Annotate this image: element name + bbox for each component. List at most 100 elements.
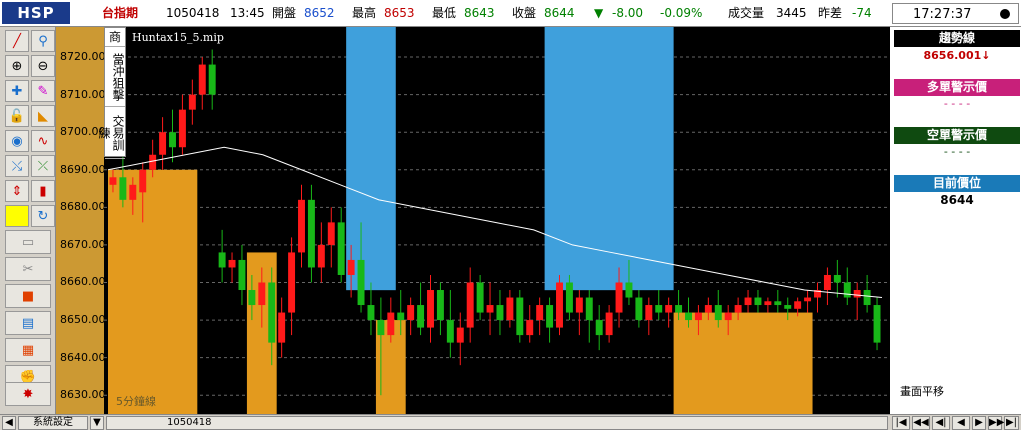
updown-icon[interactable]: ⇕ (5, 180, 29, 202)
last-button[interactable]: ▶| (1004, 416, 1019, 430)
stop-icon[interactable]: ■ (5, 284, 51, 308)
trend-label: 趨勢線 (894, 30, 1020, 47)
price-axis: 8720.00 8710.00 8700.00 8690.00 8680.00 8670.… (56, 27, 106, 414)
low-value: 8643 (464, 6, 495, 20)
change-pct: -0.09% (660, 6, 703, 20)
candle-body (744, 297, 752, 306)
ruler-icon[interactable]: ◣ (31, 105, 55, 127)
candle-body (466, 282, 474, 328)
first-button[interactable]: |◀ (892, 416, 910, 430)
candle-body (675, 305, 683, 313)
candle-body (764, 301, 772, 306)
tab-shang[interactable]: 商 (105, 28, 125, 47)
settings-button[interactable]: 系統設定 (18, 416, 88, 430)
lock-icon[interactable]: 🔓 (5, 105, 29, 127)
candle-body (377, 320, 385, 336)
candle-body (268, 282, 276, 343)
candle-body (794, 301, 802, 309)
candle-body (129, 184, 137, 200)
candle-body (218, 252, 226, 268)
indicator-panel: 趨勢線 8656.001↓ 多單警示價 - - - - 空單警示價 - - - … (888, 27, 1021, 414)
close-label: 收盤 (512, 6, 537, 20)
candle-body (496, 305, 504, 321)
refresh-icon[interactable]: ↻ (31, 205, 55, 227)
volume-value: 3445 (776, 6, 807, 20)
tab-daytrade[interactable]: 當沖狙擊 (105, 47, 125, 107)
cursor-tool-icon[interactable]: ⚲ (31, 30, 55, 52)
back-button[interactable]: ◀| (932, 416, 950, 430)
candle-body (417, 305, 425, 328)
trend-value: 8656.001↓ (923, 49, 991, 62)
zoom-in-icon[interactable]: ⊕ (5, 55, 29, 77)
candle-body (436, 290, 444, 321)
high-label: 最高 (352, 6, 377, 20)
down-arrow-icon: ▼ (594, 6, 604, 20)
candle-body (625, 282, 633, 298)
candle-body (833, 274, 841, 283)
cross-icon[interactable]: ⤫ (31, 155, 55, 177)
open-value: 8652 (304, 6, 335, 20)
candle-body (565, 282, 573, 313)
close-value: 8644 (544, 6, 575, 20)
grid-icon[interactable]: ▦ (5, 338, 51, 362)
fast-forward-button[interactable]: ▶▶ (988, 416, 1004, 430)
candle-body (853, 290, 861, 298)
folder-icon[interactable]: ▭ (5, 230, 51, 254)
candle-body (774, 301, 782, 306)
clock-dot-icon (1000, 9, 1010, 19)
date-scrollbar[interactable]: 1050418 (106, 416, 888, 430)
side-tabs: 商 當沖狙擊 交易訓練 (97, 27, 126, 159)
scissors-icon[interactable]: ✂ (5, 257, 51, 281)
target-icon[interactable]: ◉ (5, 130, 29, 152)
candle-icon[interactable]: ▮ (31, 180, 55, 202)
candle-body (516, 297, 524, 336)
candle-body (526, 320, 534, 336)
high-value: 8653 (384, 6, 415, 20)
open-label: 開盤 (272, 6, 297, 20)
candle-body (109, 177, 117, 185)
candlestick-chart: Huntax15_5.mip 5分鐘線 (104, 27, 888, 414)
quote-time: 13:45 (230, 6, 265, 20)
wave-icon[interactable]: ∿ (31, 130, 55, 152)
candle-body (397, 312, 405, 321)
tab-training[interactable]: 交易訓練 (97, 107, 125, 159)
low-label: 最低 (432, 6, 457, 20)
long-alert-value: - - - - (943, 97, 971, 110)
pen-icon[interactable]: ✎ (31, 80, 55, 102)
candle-body (357, 259, 365, 306)
candle-body (754, 297, 762, 306)
prev-button[interactable]: ◀ (952, 416, 970, 430)
candle-body (337, 222, 345, 275)
zoom-out-icon[interactable]: ⊖ (31, 55, 55, 77)
candle-body (546, 305, 554, 328)
candle-body (704, 305, 712, 313)
candle-body (228, 259, 236, 268)
line-tool-icon[interactable]: ╱ (5, 30, 29, 52)
color-swatch-icon[interactable] (5, 205, 29, 227)
dropdown-button[interactable]: ▼ (90, 416, 104, 430)
candle-body (615, 282, 623, 313)
chart-timeframe: 5分鐘線 (116, 395, 156, 408)
trend-icon[interactable]: ⤯ (5, 155, 29, 177)
burst-icon[interactable]: ✸ (5, 382, 51, 406)
crosshair-icon[interactable]: ✚ (5, 80, 29, 102)
candle-body (823, 274, 831, 291)
candle-body (665, 305, 673, 313)
fast-back-button[interactable]: ◀◀ (912, 416, 930, 430)
candle-body (327, 222, 335, 245)
candle-body (278, 312, 286, 343)
candle-body (655, 305, 663, 313)
quote-bar: HSP 台指期 1050418 13:45 開盤 8652 最高 8653 最低… (0, 0, 1021, 27)
candle-body (258, 282, 266, 306)
price-tick: 8650.00 (60, 313, 106, 327)
candle-body (188, 94, 196, 110)
candle-body (198, 64, 206, 95)
candle-body (367, 305, 375, 321)
position-band (108, 169, 198, 414)
document-icon[interactable]: ▤ (5, 311, 51, 335)
candle-body (585, 297, 593, 321)
candle-body (804, 297, 812, 302)
scroll-left-button[interactable]: ◀ (2, 416, 16, 430)
next-button[interactable]: ▶ (972, 416, 986, 430)
candle-body (476, 282, 484, 313)
